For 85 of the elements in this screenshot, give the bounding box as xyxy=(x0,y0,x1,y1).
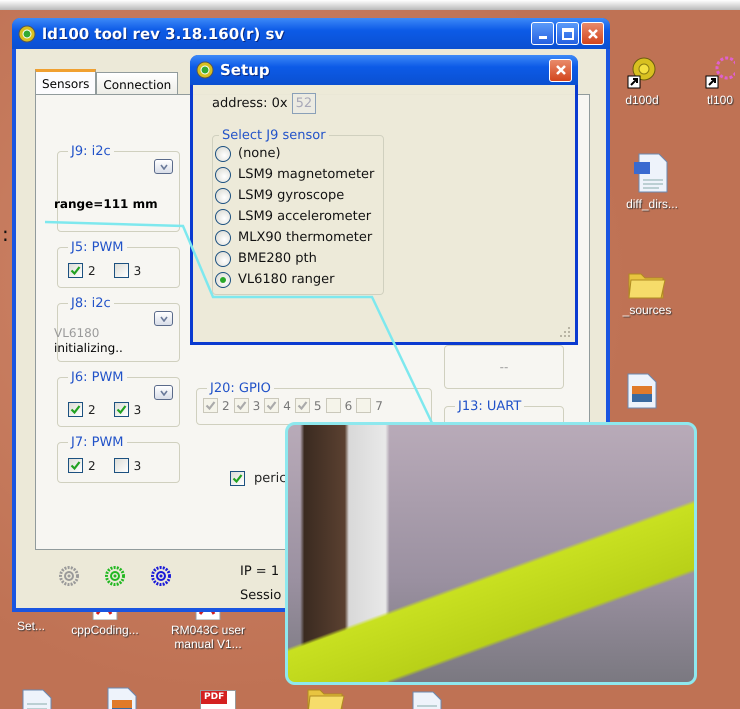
radio-label: LSM9 accelerometer xyxy=(238,209,372,224)
desktop-icon-label[interactable]: cppCoding... xyxy=(71,623,139,637)
maximize-icon xyxy=(562,28,574,40)
group-title: J9: i2c xyxy=(69,144,112,159)
target-icon xyxy=(18,24,36,42)
chevron-down-icon xyxy=(160,390,168,396)
resize-grip-icon xyxy=(559,326,571,338)
checkbox-label: 2 xyxy=(88,458,96,472)
minimize-icon xyxy=(538,36,546,39)
checkbox[interactable] xyxy=(114,458,129,473)
checkbox-label: 3 xyxy=(252,398,260,412)
checkbox-label: 6 xyxy=(344,398,352,412)
group-title: J6: PWM xyxy=(69,370,125,385)
desktop-icon-label[interactable]: Set... xyxy=(16,619,45,633)
checkbox[interactable] xyxy=(68,458,83,473)
checkbox-label: peric xyxy=(254,471,286,486)
close-icon xyxy=(554,64,566,76)
target-icon xyxy=(151,566,171,586)
dropdown-button[interactable] xyxy=(154,311,173,326)
close-icon xyxy=(586,28,598,40)
dropdown-button[interactable] xyxy=(154,159,173,174)
checkbox[interactable] xyxy=(114,263,129,278)
checkbox[interactable] xyxy=(68,263,83,278)
target-icon xyxy=(196,61,214,79)
sensor-reading: initializing.. xyxy=(54,341,124,356)
checkbox-label: 4 xyxy=(283,398,291,412)
desktop-icon-label[interactable]: tl100 xyxy=(706,93,734,107)
desktop-icon-label[interactable]: _sources xyxy=(622,303,672,317)
group-title: J20: GPIO xyxy=(208,381,272,396)
radio-label: BME280 pth xyxy=(238,251,317,266)
chevron-down-icon xyxy=(160,316,168,322)
checkbox-label: 2 xyxy=(222,398,230,412)
group-title: J5: PWM xyxy=(69,240,125,255)
sensor-reading: range=111 mm xyxy=(54,197,159,212)
radio-label: (none) xyxy=(238,146,281,161)
checkbox[interactable] xyxy=(68,402,83,417)
close-button[interactable] xyxy=(549,58,572,82)
group-title: J13: UART xyxy=(456,399,522,414)
checkbox-label: 3 xyxy=(134,458,142,472)
address-field[interactable]: 52 xyxy=(292,93,316,114)
desktop-text: : xyxy=(2,222,9,246)
checkbox[interactable] xyxy=(114,402,129,417)
radio-button[interactable] xyxy=(215,166,231,182)
checkbox-label: 2 xyxy=(88,402,96,416)
output-text: -- xyxy=(500,360,508,374)
tab[interactable]: Connection xyxy=(96,72,178,94)
chevron-down-icon xyxy=(160,164,168,170)
shortcut-icon xyxy=(627,56,657,90)
desktop-icon-label[interactable]: RM043C user manual V1... xyxy=(158,623,258,651)
radio-button[interactable] xyxy=(215,230,231,246)
status-text: Sessio xyxy=(240,587,282,605)
radio-label: LSM9 gyroscope xyxy=(238,188,344,203)
checkbox-label: 5 xyxy=(314,398,322,412)
group-title: J8: i2c xyxy=(69,296,112,311)
status-text: IP = 1 xyxy=(240,563,280,581)
maximize-button[interactable] xyxy=(556,22,579,45)
file-type-label: PDF xyxy=(201,691,228,704)
checkbox-label: 3 xyxy=(134,402,142,416)
checkbox-label: 2 xyxy=(88,264,96,278)
field-label: address: 0x xyxy=(212,96,288,111)
radio-button[interactable] xyxy=(215,188,231,204)
tab[interactable]: Sensors xyxy=(35,69,96,94)
radio-label: MLX90 thermometer xyxy=(238,230,372,245)
radio-button[interactable] xyxy=(215,146,231,162)
dialog-title: Setup xyxy=(220,61,270,79)
close-button[interactable] xyxy=(581,22,604,45)
radio-button[interactable] xyxy=(215,250,231,266)
group-title: Select J9 sensor xyxy=(221,128,327,143)
radio-button[interactable] xyxy=(215,272,231,288)
checkbox-label: 7 xyxy=(375,398,383,412)
target-icon xyxy=(59,566,79,586)
sensor-reading: VL6180 xyxy=(54,326,100,341)
radio-label: LSM9 magnetometer xyxy=(238,167,374,182)
radio-label: VL6180 ranger xyxy=(238,272,334,287)
minimize-button[interactable] xyxy=(531,22,554,45)
target-icon xyxy=(105,566,125,586)
desktop-icon-label[interactable]: diff_dirs... xyxy=(626,197,678,211)
dropdown-button[interactable] xyxy=(154,385,173,400)
group-title: J7: PWM xyxy=(69,435,125,450)
radio-button[interactable] xyxy=(215,208,231,224)
checkbox-label: 3 xyxy=(134,264,142,278)
desktop-icon-label[interactable]: d100d xyxy=(625,93,659,107)
checkbox[interactable] xyxy=(230,471,245,486)
window-title: ld100 tool rev 3.18.160(r) sv xyxy=(42,24,284,42)
shortcut-icon xyxy=(705,56,735,90)
